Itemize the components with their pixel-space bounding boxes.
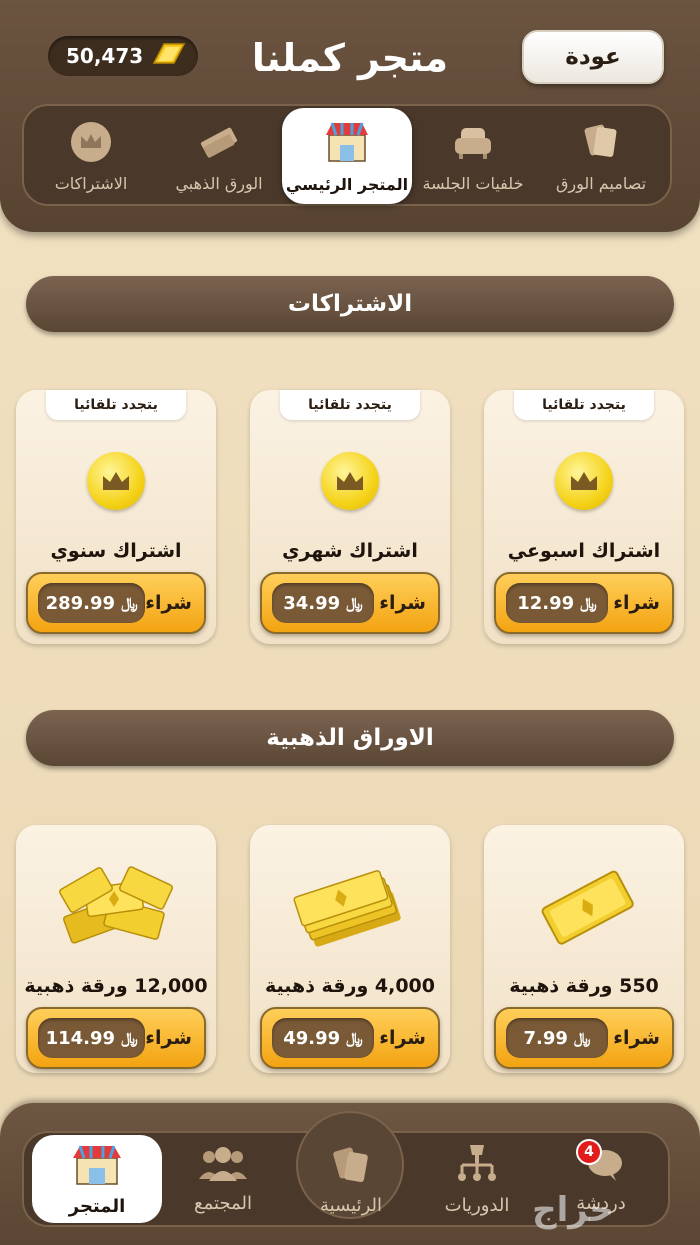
gold-cards-icon (194, 120, 244, 168)
gold-card-single-icon (504, 855, 664, 955)
crown-icon (555, 452, 613, 510)
price-value: 34.99 (283, 592, 341, 614)
bottom-nav: 4 دردشة الدوريات الرئيسية المجتمع المتجر… (0, 1103, 700, 1245)
subscriptions-section-title: الاشتراكات (26, 276, 674, 332)
tab-main-store[interactable]: المتجر الرئيسي (282, 108, 412, 204)
buy-label: شراء (145, 592, 192, 614)
riyal-icon: ﷼ (121, 1029, 138, 1047)
price-value: 7.99 (523, 1027, 568, 1049)
auto-renew-tag: يتجدد تلقائيا (46, 390, 186, 420)
card-name: 12,000 ورقة ذهبية (24, 975, 208, 997)
buy-label: شراء (613, 592, 660, 614)
card-name: 550 ورقة ذهبية (509, 975, 659, 997)
price-pill: 114.99 ﷼ (38, 1018, 146, 1058)
notification-badge: 4 (576, 1139, 602, 1165)
page-title: متجر كملنا (251, 36, 449, 80)
tab-label: تصاميم الورق (555, 173, 647, 193)
gold-card-12000: 12,000 ورقة ذهبية شراء 114.99 ﷼ (16, 825, 216, 1073)
shop-icon (322, 119, 372, 169)
header: عودة متجر كملنا 50,473 تصاميم الورق خلفي… (0, 0, 700, 232)
gold-card-4000: 4,000 ورقة ذهبية شراء 49.99 ﷼ (250, 825, 450, 1073)
riyal-icon: ﷼ (346, 594, 363, 612)
subscription-card-weekly: يتجدد تلقائيا اشتراك اسبوعي شراء 12.99 ﷼ (484, 390, 684, 644)
buy-label: شراء (613, 1027, 660, 1049)
auto-renew-tag: يتجدد تلقائيا (514, 390, 654, 420)
home-cards-icon (328, 1143, 374, 1191)
tab-label: المتجر الرئيسي (285, 174, 409, 194)
card-name: اشتراك سنوي (50, 540, 182, 562)
price-value: 12.99 (517, 592, 575, 614)
price-pill: 7.99 ﷼ (506, 1018, 608, 1058)
crown-icon (321, 452, 379, 510)
buy-button[interactable]: شراء 7.99 ﷼ (494, 1007, 674, 1069)
buy-label: شراء (379, 1027, 426, 1049)
gold-card-550: 550 ورقة ذهبية شراء 7.99 ﷼ (484, 825, 684, 1073)
gold-bar-icon (148, 41, 188, 71)
nav-label: الرئيسية (320, 1194, 382, 1216)
price-pill: 34.99 ﷼ (272, 583, 374, 623)
balance-value: 50,473 (66, 44, 144, 68)
price-pill: 289.99 ﷼ (38, 583, 146, 623)
crown-icon (69, 120, 113, 168)
community-icon (197, 1145, 249, 1189)
subscription-card-monthly: يتجدد تلقائيا اشتراك شهري شراء 34.99 ﷼ (250, 390, 450, 644)
store-page: عودة متجر كملنا 50,473 تصاميم الورق خلفي… (0, 0, 700, 1245)
gold-card-pile-icon (36, 855, 196, 955)
riyal-icon: ﷼ (580, 594, 597, 612)
card-name: اشتراك اسبوعي (507, 540, 661, 562)
store-tabs: تصاميم الورق خلفيات الجلسة المتجر الرئيس… (22, 104, 672, 206)
tab-label: الاشتراكات (54, 173, 128, 193)
subscription-card-yearly: يتجدد تلقائيا اشتراك سنوي شراء 289.99 ﷼ (16, 390, 216, 644)
shop-icon (69, 1142, 125, 1192)
tab-session-backgrounds[interactable]: خلفيات الجلسة (408, 106, 538, 206)
price-value: 289.99 (45, 592, 116, 614)
tab-card-designs[interactable]: تصاميم الورق (536, 106, 666, 206)
riyal-icon: ﷼ (121, 594, 138, 612)
back-button[interactable]: عودة (522, 30, 664, 84)
price-value: 114.99 (45, 1027, 116, 1049)
buy-button[interactable]: شراء 114.99 ﷼ (26, 1007, 206, 1069)
buy-button[interactable]: شراء 49.99 ﷼ (260, 1007, 440, 1069)
crown-icon (87, 452, 145, 510)
price-pill: 12.99 ﷼ (506, 583, 608, 623)
tab-gold-cards[interactable]: الورق الذهبي (154, 106, 284, 206)
riyal-icon: ﷼ (573, 1029, 591, 1047)
buy-label: شراء (145, 1027, 192, 1049)
sofa-icon (451, 120, 495, 168)
price-pill: 49.99 ﷼ (272, 1018, 374, 1058)
price-value: 49.99 (283, 1027, 341, 1049)
nav-store[interactable]: المتجر (32, 1135, 162, 1223)
nav-label: المجتمع (194, 1192, 252, 1214)
riyal-icon: ﷼ (346, 1029, 363, 1047)
buy-button[interactable]: شراء 34.99 ﷼ (260, 572, 440, 634)
buy-button[interactable]: شراء 289.99 ﷼ (26, 572, 206, 634)
gold-card-stack-icon (270, 855, 430, 955)
tab-label: خلفيات الجلسة (422, 173, 524, 193)
tab-label: الورق الذهبي (175, 173, 263, 193)
nav-home[interactable]: الرئيسية (286, 1131, 416, 1227)
nav-label: المتجر (68, 1195, 126, 1217)
buy-label: شراء (379, 592, 426, 614)
buy-button[interactable]: شراء 12.99 ﷼ (494, 572, 674, 634)
cards-icon (579, 120, 623, 168)
card-name: اشتراك شهري (282, 540, 418, 562)
gold-cards-section-title: الاوراق الذهبية (26, 710, 674, 766)
gold-balance[interactable]: 50,473 (48, 36, 198, 76)
auto-renew-tag: يتجدد تلقائيا (280, 390, 420, 420)
card-name: 4,000 ورقة ذهبية (264, 975, 435, 997)
nav-community[interactable]: المجتمع (158, 1131, 288, 1227)
tournament-icon (454, 1143, 500, 1191)
tab-subscriptions[interactable]: الاشتراكات (26, 106, 156, 206)
watermark: حراج (532, 1190, 614, 1230)
